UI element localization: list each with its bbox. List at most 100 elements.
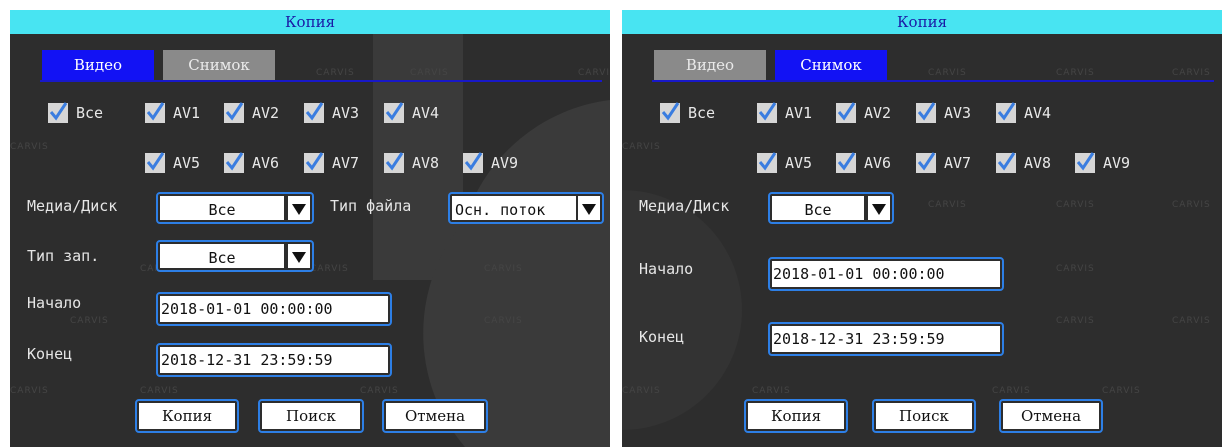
end-time-input[interactable]: 2018-12-31 23:59:59 [156, 343, 392, 377]
checkbox-label: AV7 [944, 154, 972, 172]
dropdown-arrow-icon[interactable] [286, 244, 310, 268]
start-time-value: 2018-01-01 00:00:00 [772, 261, 1000, 287]
tab-underline [652, 80, 1214, 82]
checkbox-av4[interactable]: AV4 [384, 102, 439, 124]
copy-button[interactable]: Копия [135, 399, 239, 433]
checkbox-label: AV4 [412, 104, 440, 122]
checkbox-av2[interactable]: AV2 [224, 102, 279, 124]
end-time-input[interactable]: 2018-12-31 23:59:59 [768, 322, 1004, 356]
watermark: CARVIS [1172, 200, 1211, 210]
copy-button-label: Копия [748, 403, 844, 429]
checkmark-icon [836, 102, 856, 123]
checkbox-av7[interactable]: AV7 [916, 152, 971, 174]
checkbox-label: AV1 [785, 104, 813, 122]
checkmark-icon [48, 102, 68, 123]
media-disk-select[interactable]: Все [768, 192, 894, 224]
checkbox-av2[interactable]: AV2 [836, 102, 891, 124]
checkbox-label: AV9 [1103, 154, 1131, 172]
cancel-button[interactable]: Отмена [382, 399, 488, 433]
file-type-value: Осн. поток [452, 196, 576, 220]
checkbox-label: AV3 [944, 104, 972, 122]
watermark: CARVIS [1102, 386, 1141, 396]
watermark: CARVIS [1056, 200, 1095, 210]
checkbox-label: AV6 [252, 154, 280, 172]
checkmark-icon [463, 152, 483, 173]
media-disk-value: Все [160, 196, 284, 220]
checkmark-icon [1075, 152, 1095, 173]
checkbox-av3[interactable]: AV3 [916, 102, 971, 124]
tab-video[interactable]: Видео [42, 50, 154, 80]
checkbox-label: AV8 [1024, 154, 1052, 172]
checkmark-icon [384, 152, 404, 173]
checkbox-av9[interactable]: AV9 [1075, 152, 1130, 174]
watermark: CARVIS [70, 316, 109, 326]
cancel-button-label: Отмена [386, 403, 484, 429]
checkmark-icon [224, 102, 244, 123]
start-time-input[interactable]: 2018-01-01 00:00:00 [156, 292, 392, 326]
record-type-select[interactable]: Все [156, 240, 314, 272]
search-button[interactable]: Поиск [258, 399, 364, 433]
media-disk-value: Все [772, 196, 864, 220]
checkbox-av5[interactable]: AV5 [757, 152, 812, 174]
file-type-select[interactable]: Осн. поток [448, 192, 604, 224]
start-time-input[interactable]: 2018-01-01 00:00:00 [768, 257, 1004, 291]
checkmark-icon [916, 152, 936, 173]
checkbox-av4[interactable]: AV4 [996, 102, 1051, 124]
media-disk-select[interactable]: Все [156, 192, 314, 224]
checkbox-av6[interactable]: AV6 [836, 152, 891, 174]
checkbox-label: AV2 [864, 104, 892, 122]
start-label: Начало [639, 260, 694, 278]
checkbox-label: Все [688, 104, 716, 122]
record-type-value: Все [160, 244, 284, 268]
tab-snapshot[interactable]: Снимок [163, 50, 275, 80]
tab-underline [40, 80, 602, 82]
checkbox-av1[interactable]: AV1 [145, 102, 200, 124]
checkmark-icon [996, 152, 1016, 173]
dropdown-arrow-icon[interactable] [866, 196, 890, 220]
dropdown-arrow-icon[interactable] [576, 196, 600, 220]
watermark: CARVIS [1056, 264, 1095, 274]
tab-video[interactable]: Видео [654, 50, 766, 80]
end-time-value: 2018-12-31 23:59:59 [160, 347, 388, 373]
checkbox-label: AV5 [173, 154, 201, 172]
checkbox-av8[interactable]: AV8 [996, 152, 1051, 174]
watermark: CARVIS [10, 142, 49, 152]
checkbox-av3[interactable]: AV3 [304, 102, 359, 124]
checkmark-icon [836, 152, 856, 173]
tab-snapshot[interactable]: Снимок [775, 50, 887, 80]
checkbox-all[interactable]: Все [660, 102, 715, 124]
checkmark-icon [757, 152, 777, 173]
checkmark-icon [996, 102, 1016, 123]
checkbox-label: AV1 [173, 104, 201, 122]
file-type-label: Тип файла [330, 197, 412, 215]
checkmark-icon [757, 102, 777, 123]
watermark: CARVIS [484, 316, 523, 326]
watermark: CARVIS [484, 264, 523, 274]
cancel-button[interactable]: Отмена [999, 399, 1103, 433]
search-button-label: Поиск [876, 403, 972, 429]
end-time-value: 2018-12-31 23:59:59 [772, 326, 1000, 352]
copy-button[interactable]: Копия [744, 399, 848, 433]
checkbox-av7[interactable]: AV7 [304, 152, 359, 174]
checkbox-all[interactable]: Все [48, 102, 103, 124]
checkbox-av5[interactable]: AV5 [145, 152, 200, 174]
checkbox-label: AV4 [1024, 104, 1052, 122]
watermark: CARVIS [992, 386, 1031, 396]
search-button[interactable]: Поиск [872, 399, 976, 433]
checkbox-av8[interactable]: AV8 [384, 152, 439, 174]
search-button-label: Поиск [262, 403, 360, 429]
checkbox-av9[interactable]: AV9 [463, 152, 518, 174]
watermark: CARVIS [1056, 68, 1095, 78]
media-disk-label: Медиа/Диск [27, 197, 118, 215]
checkbox-av1[interactable]: AV1 [757, 102, 812, 124]
dropdown-arrow-icon[interactable] [286, 196, 310, 220]
checkbox-label: AV6 [864, 154, 892, 172]
checkbox-av6[interactable]: AV6 [224, 152, 279, 174]
watermark: CARVIS [752, 386, 791, 396]
checkmark-icon [304, 102, 324, 123]
watermark: CARVIS [310, 264, 349, 274]
watermark: CARVIS [928, 200, 967, 210]
watermark: CARVIS [928, 68, 967, 78]
dialog-title: Копия [10, 10, 610, 34]
start-label: Начало [27, 294, 82, 312]
